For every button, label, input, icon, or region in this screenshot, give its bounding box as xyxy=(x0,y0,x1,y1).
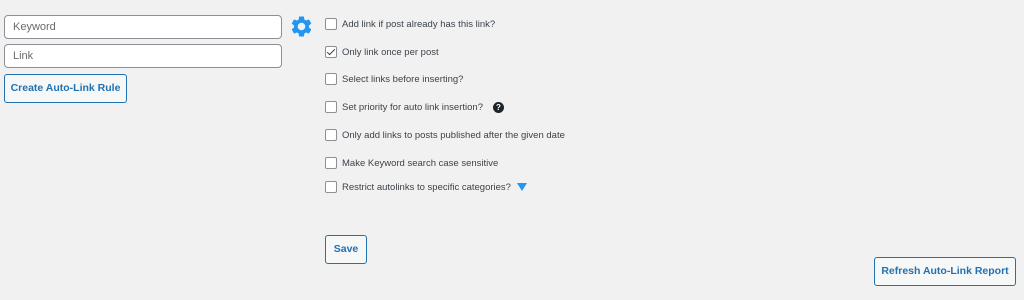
create-auto-link-rule-button[interactable]: Create Auto-Link Rule xyxy=(4,74,127,103)
option-add-link-if-exists[interactable]: Add link if post already has this link? xyxy=(325,16,495,32)
option-label: Select links before inserting? xyxy=(342,73,464,85)
option-label: Set priority for auto link insertion? xyxy=(342,101,483,113)
caret-down-icon[interactable] xyxy=(516,183,527,191)
checkbox-posts-after-date[interactable] xyxy=(325,129,337,141)
option-restrict-categories[interactable]: Restrict autolinks to specific categorie… xyxy=(325,179,527,195)
option-case-sensitive[interactable]: Make Keyword search case sensitive xyxy=(325,155,498,171)
help-icon[interactable]: ? xyxy=(492,101,504,113)
gear-icon[interactable] xyxy=(289,14,314,39)
checkbox-link-once-per-post[interactable] xyxy=(325,46,337,58)
checkbox-add-link-if-exists[interactable] xyxy=(325,18,337,30)
save-button[interactable]: Save xyxy=(325,235,367,264)
option-label: Restrict autolinks to specific categorie… xyxy=(342,181,511,193)
link-input[interactable] xyxy=(4,44,282,68)
refresh-auto-link-report-button[interactable]: Refresh Auto-Link Report xyxy=(874,257,1016,286)
option-posts-after-date[interactable]: Only add links to posts published after … xyxy=(325,127,565,143)
option-label: Make Keyword search case sensitive xyxy=(342,157,499,169)
keyword-input[interactable] xyxy=(4,15,282,39)
option-set-priority[interactable]: Set priority for auto link insertion? ? xyxy=(325,99,504,115)
checkbox-restrict-categories[interactable] xyxy=(325,181,337,193)
checkbox-case-sensitive[interactable] xyxy=(325,157,337,169)
option-label: Only link once per post xyxy=(342,46,439,58)
checkbox-select-links-before-inserting[interactable] xyxy=(325,73,337,85)
option-link-once-per-post[interactable]: Only link once per post xyxy=(325,44,439,60)
option-select-links-before-inserting[interactable]: Select links before inserting? xyxy=(325,71,463,87)
option-label: Add link if post already has this link? xyxy=(342,18,496,30)
option-label: Only add links to posts published after … xyxy=(342,129,565,141)
checkbox-set-priority[interactable] xyxy=(325,101,337,113)
